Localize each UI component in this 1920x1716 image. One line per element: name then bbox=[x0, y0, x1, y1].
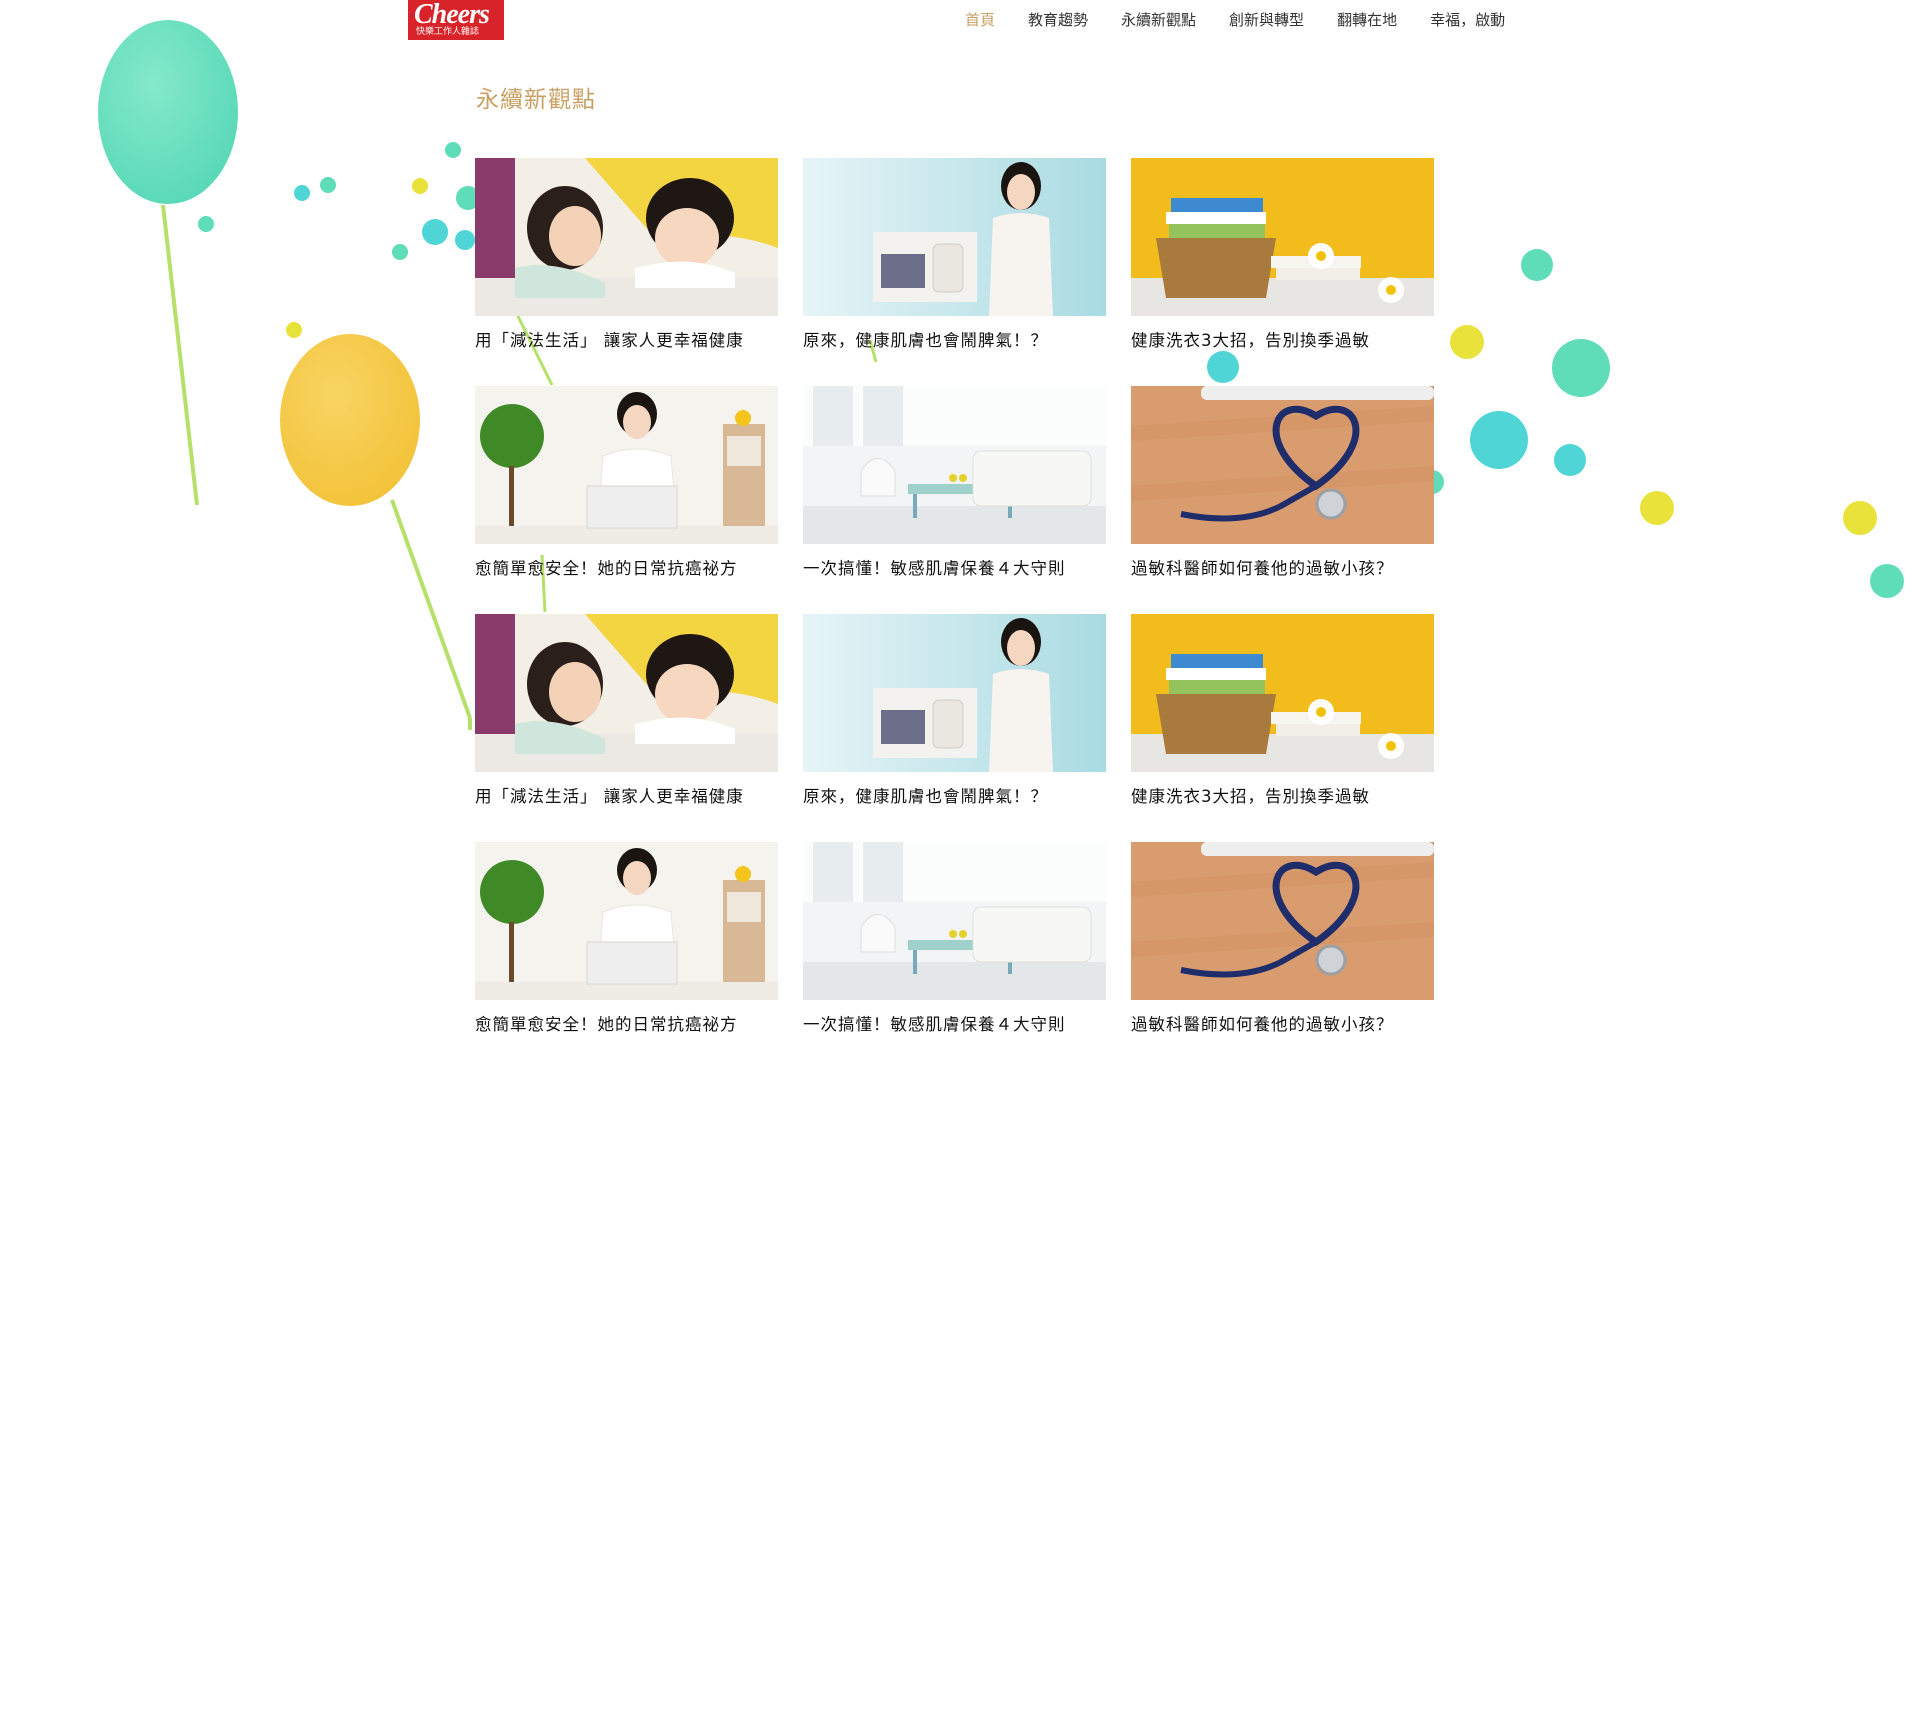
article-card[interactable]: 一次搞懂！敏感肌膚保養４大守則 bbox=[803, 842, 1106, 1070]
article-title[interactable]: 愈簡單愈安全！她的日常抗癌祕方 bbox=[475, 558, 778, 580]
stethoscope-heart-photo[interactable] bbox=[1131, 842, 1434, 1000]
article-title[interactable]: 過敏科醫師如何養他的過敏小孩？ bbox=[1131, 558, 1434, 580]
laundry-basket-photo[interactable] bbox=[1131, 158, 1434, 316]
article-card[interactable]: 愈簡單愈安全！她的日常抗癌祕方 bbox=[475, 842, 778, 1070]
article-card[interactable]: 原來，健康肌膚也會鬧脾氣！？ bbox=[803, 158, 1106, 386]
article-card[interactable]: 愈簡單愈安全！她的日常抗癌祕方 bbox=[475, 386, 778, 614]
article-card[interactable]: 用「減法生活」 讓家人更幸福健康 bbox=[475, 614, 778, 842]
article-grid: 用「減法生活」 讓家人更幸福健康 原來，健康肌膚也會鬧脾氣！？ 健康洗衣3大招，… bbox=[475, 158, 1434, 1070]
article-title[interactable]: 一次搞懂！敏感肌膚保養４大守則 bbox=[803, 558, 1106, 580]
article-title[interactable]: 用「減法生活」 讓家人更幸福健康 bbox=[475, 330, 778, 352]
mother-daughter-photo[interactable] bbox=[475, 158, 778, 316]
article-title[interactable]: 過敏科醫師如何養他的過敏小孩？ bbox=[1131, 1014, 1434, 1036]
stethoscope-heart-photo[interactable] bbox=[1131, 386, 1434, 544]
logo-subtitle: 快樂工作人雜誌 bbox=[416, 27, 480, 37]
article-card[interactable]: 一次搞懂！敏感肌膚保養４大守則 bbox=[803, 386, 1106, 614]
article-card[interactable]: 原來，健康肌膚也會鬧脾氣！？ bbox=[803, 614, 1106, 842]
article-card[interactable]: 過敏科醫師如何養他的過敏小孩？ bbox=[1131, 842, 1434, 1070]
article-card[interactable]: 健康洗衣3大招，告別換季過敏 bbox=[1131, 614, 1434, 842]
article-card[interactable]: 過敏科醫師如何養他的過敏小孩？ bbox=[1131, 386, 1434, 614]
woman-laptop-photo[interactable] bbox=[475, 386, 778, 544]
woman-laptop-photo[interactable] bbox=[475, 842, 778, 1000]
article-title[interactable]: 用「減法生活」 讓家人更幸福健康 bbox=[475, 786, 778, 808]
living-room-photo[interactable] bbox=[803, 386, 1106, 544]
nav-item-local[interactable]: 翻轉在地 bbox=[1337, 10, 1397, 30]
article-card[interactable]: 用「減法生活」 讓家人更幸福健康 bbox=[475, 158, 778, 386]
page-title: 永續新觀點 bbox=[476, 87, 596, 113]
nav-item-sustainability[interactable]: 永續新觀點 bbox=[1121, 10, 1196, 30]
mother-daughter-photo[interactable] bbox=[475, 614, 778, 772]
article-title[interactable]: 原來，健康肌膚也會鬧脾氣！？ bbox=[803, 786, 1106, 808]
page: Cheers 快樂工作人雜誌 首頁 教育趨勢 永續新觀點 創新與轉型 翻轉在地 … bbox=[0, 0, 1920, 1716]
nav-item-innovation[interactable]: 創新與轉型 bbox=[1229, 10, 1304, 30]
woman-holding-laundry-sign-photo[interactable] bbox=[803, 158, 1106, 316]
logo-wordmark: Cheers bbox=[414, 0, 490, 30]
nav-item-happiness[interactable]: 幸福，啟動 bbox=[1430, 10, 1505, 30]
article-title[interactable]: 健康洗衣3大招，告別換季過敏 bbox=[1131, 786, 1434, 808]
article-card[interactable]: 健康洗衣3大招，告別換季過敏 bbox=[1131, 158, 1434, 386]
article-title[interactable]: 一次搞懂！敏感肌膚保養４大守則 bbox=[803, 1014, 1106, 1036]
nav-item-education[interactable]: 教育趨勢 bbox=[1028, 10, 1088, 30]
article-title[interactable]: 愈簡單愈安全！她的日常抗癌祕方 bbox=[475, 1014, 778, 1036]
living-room-photo[interactable] bbox=[803, 842, 1106, 1000]
nav-item-home[interactable]: 首頁 bbox=[965, 10, 995, 30]
article-title[interactable]: 健康洗衣3大招，告別換季過敏 bbox=[1131, 330, 1434, 352]
main-nav: 首頁 教育趨勢 永續新觀點 創新與轉型 翻轉在地 幸福，啟動 bbox=[965, 10, 1538, 30]
woman-holding-laundry-sign-photo[interactable] bbox=[803, 614, 1106, 772]
article-title[interactable]: 原來，健康肌膚也會鬧脾氣！？ bbox=[803, 330, 1106, 352]
laundry-basket-photo[interactable] bbox=[1131, 614, 1434, 772]
cheers-logo[interactable]: Cheers 快樂工作人雜誌 bbox=[408, 0, 504, 40]
